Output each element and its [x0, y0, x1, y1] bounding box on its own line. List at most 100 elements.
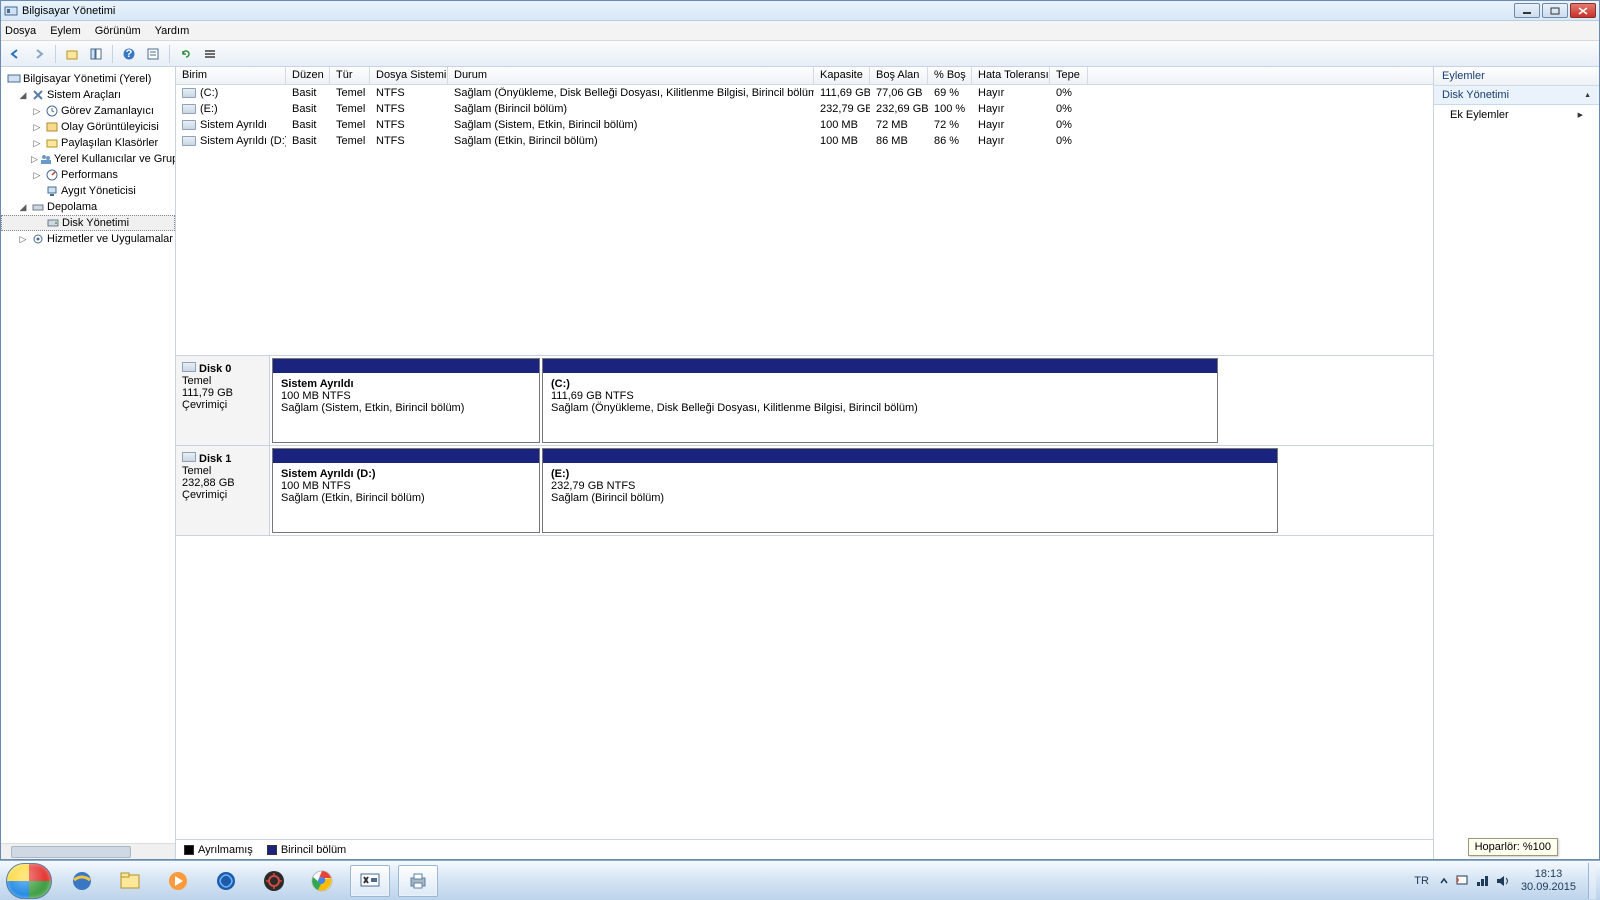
partition[interactable]: (E:)232,79 GB NTFSSağlam (Birincil bölüm… — [542, 448, 1278, 533]
tree-disk-management[interactable]: Disk Yönetimi — [1, 215, 175, 231]
partition[interactable]: Sistem Ayrıldı100 MB NTFSSağlam (Sistem,… — [272, 358, 540, 443]
partition-color-bar — [543, 359, 1217, 373]
start-button[interactable] — [6, 863, 52, 899]
tree-local-users[interactable]: ▷Yerel Kullanıcılar ve Gruplar — [1, 151, 175, 167]
help-button[interactable]: ? — [119, 44, 139, 64]
taskbar-app-red[interactable] — [254, 865, 294, 897]
col-layout[interactable]: Düzen — [286, 67, 330, 84]
taskbar-ie[interactable] — [62, 865, 102, 897]
maximize-button[interactable] — [1542, 3, 1568, 18]
col-free[interactable]: Boş Alan — [870, 67, 928, 84]
legend-swatch-primary — [267, 845, 277, 855]
show-desktop-button[interactable] — [1588, 863, 1596, 899]
toolbar: ? — [1, 41, 1599, 67]
tree-scrollbar[interactable] — [1, 843, 175, 859]
minimize-button[interactable] — [1514, 3, 1540, 18]
tree-performance[interactable]: ▷Performans — [1, 167, 175, 183]
collapse-icon[interactable]: ◢ — [17, 202, 29, 213]
taskbar[interactable]: TR 18:13 30.09.2015 — [0, 860, 1600, 900]
volume-row[interactable]: (E:)BasitTemelNTFSSağlam (Birincil bölüm… — [176, 101, 1433, 117]
disk-row[interactable]: Disk 1Temel232,88 GBÇevrimiçiSistem Ayrı… — [176, 446, 1433, 536]
tree-system-tools[interactable]: ◢Sistem Araçları — [1, 87, 175, 103]
col-fs[interactable]: Dosya Sistemi — [370, 67, 448, 84]
tree-device-manager[interactable]: Aygıt Yöneticisi — [1, 183, 175, 199]
partition-color-bar — [273, 449, 539, 463]
col-status[interactable]: Durum — [448, 67, 814, 84]
partition-color-bar — [273, 359, 539, 373]
forward-button[interactable] — [29, 44, 49, 64]
navigation-tree[interactable]: Bilgisayar Yönetimi (Yerel) ◢Sistem Araç… — [1, 67, 176, 859]
menu-help[interactable]: Yardım — [155, 25, 190, 37]
col-pct[interactable]: % Boş — [928, 67, 972, 84]
system-tray[interactable]: TR 18:13 30.09.2015 — [1410, 863, 1600, 899]
menu-action[interactable]: Eylem — [50, 25, 81, 37]
col-capacity[interactable]: Kapasite — [814, 67, 870, 84]
col-overhead[interactable]: Tepe — [1050, 67, 1088, 84]
submenu-icon: ▶ — [1578, 111, 1583, 119]
tree-services-apps[interactable]: ▷Hizmetler ve Uygulamalar — [1, 231, 175, 247]
tray-flag-icon[interactable] — [1455, 874, 1469, 888]
tree-root[interactable]: Bilgisayar Yönetimi (Yerel) — [1, 71, 175, 87]
tree-shared-folders[interactable]: ▷Paylaşılan Klasörler — [1, 135, 175, 151]
shared-icon — [45, 136, 59, 150]
window-title: Bilgisayar Yönetimi — [22, 5, 1514, 17]
tray-network-icon[interactable] — [1475, 874, 1489, 888]
expand-icon[interactable]: ▷ — [31, 170, 43, 181]
refresh-button[interactable] — [176, 44, 196, 64]
col-volume[interactable]: Birim — [176, 67, 286, 84]
disk-info[interactable]: Disk 0Temel111,79 GBÇevrimiçi — [176, 356, 270, 445]
legend: Ayrılmamış Birincil bölüm — [176, 839, 1433, 859]
tray-arrow-icon[interactable] — [1439, 876, 1449, 886]
expand-icon[interactable]: ▷ — [17, 234, 29, 245]
show-hide-tree-button[interactable] — [86, 44, 106, 64]
tray-volume-icon[interactable] — [1495, 874, 1509, 888]
volume-icon — [182, 88, 196, 98]
volume-row[interactable]: (C:)BasitTemelNTFSSağlam (Önyükleme, Dis… — [176, 85, 1433, 101]
tree-event-viewer[interactable]: ▷Olay Görüntüleyicisi — [1, 119, 175, 135]
collapse-icon[interactable]: ◢ — [17, 90, 29, 101]
col-fault[interactable]: Hata Toleransı — [972, 67, 1050, 84]
actions-more[interactable]: Ek Eylemler▶ — [1434, 105, 1599, 125]
expand-icon[interactable]: ▷ — [31, 122, 43, 133]
actions-section[interactable]: Disk Yönetimi▲ — [1434, 86, 1599, 105]
expand-icon[interactable]: ▷ — [31, 154, 38, 165]
close-button[interactable] — [1570, 3, 1596, 18]
legend-unallocated: Ayrılmamış — [198, 844, 253, 856]
taskbar-app-blue[interactable] — [206, 865, 246, 897]
menu-view[interactable]: Görünüm — [95, 25, 141, 37]
volume-row[interactable]: Sistem AyrıldıBasitTemelNTFSSağlam (Sist… — [176, 117, 1433, 133]
list-settings-button[interactable] — [200, 44, 220, 64]
svg-text:?: ? — [126, 48, 133, 60]
tray-language[interactable]: TR — [1410, 875, 1433, 887]
taskbar-explorer[interactable] — [110, 865, 150, 897]
tree-task-scheduler[interactable]: ▷Görev Zamanlayıcı — [1, 103, 175, 119]
tree-storage[interactable]: ◢Depolama — [1, 199, 175, 215]
volume-list-header[interactable]: Birim Düzen Tür Dosya Sistemi Durum Kapa… — [176, 67, 1433, 85]
back-button[interactable] — [5, 44, 25, 64]
app-icon — [4, 4, 18, 18]
col-type[interactable]: Tür — [330, 67, 370, 84]
partition[interactable]: Sistem Ayrıldı (D:)100 MB NTFSSağlam (Et… — [272, 448, 540, 533]
taskbar-wmp[interactable] — [158, 865, 198, 897]
expand-icon[interactable]: ▷ — [31, 138, 43, 149]
event-icon — [45, 120, 59, 134]
actions-pane: Eylemler Disk Yönetimi▲ Ek Eylemler▶ — [1434, 67, 1599, 859]
volume-icon — [182, 136, 196, 146]
volume-row[interactable]: Sistem Ayrıldı (D:)BasitTemelNTFSSağlam … — [176, 133, 1433, 149]
computer-management-window: Bilgisayar Yönetimi Dosya Eylem Görünüm … — [0, 0, 1600, 860]
taskbar-chrome[interactable] — [302, 865, 342, 897]
volume-list[interactable]: (C:)BasitTemelNTFSSağlam (Önyükleme, Dis… — [176, 85, 1433, 355]
users-icon — [40, 152, 52, 166]
taskbar-compmgmt[interactable] — [350, 865, 390, 897]
partition[interactable]: (C:)111,69 GB NTFSSağlam (Önyükleme, Dis… — [542, 358, 1218, 443]
menu-file[interactable]: Dosya — [5, 25, 36, 37]
disk-row[interactable]: Disk 0Temel111,79 GBÇevrimiçiSistem Ayrı… — [176, 356, 1433, 446]
expand-icon[interactable]: ▷ — [31, 106, 43, 117]
tray-clock[interactable]: 18:13 30.09.2015 — [1515, 868, 1582, 894]
disk-info[interactable]: Disk 1Temel232,88 GBÇevrimiçi — [176, 446, 270, 535]
properties-button[interactable] — [143, 44, 163, 64]
taskbar-printer[interactable] — [398, 865, 438, 897]
disk-graphical-view[interactable]: Disk 0Temel111,79 GBÇevrimiçiSistem Ayrı… — [176, 355, 1433, 839]
titlebar[interactable]: Bilgisayar Yönetimi — [1, 1, 1599, 21]
up-button[interactable] — [62, 44, 82, 64]
